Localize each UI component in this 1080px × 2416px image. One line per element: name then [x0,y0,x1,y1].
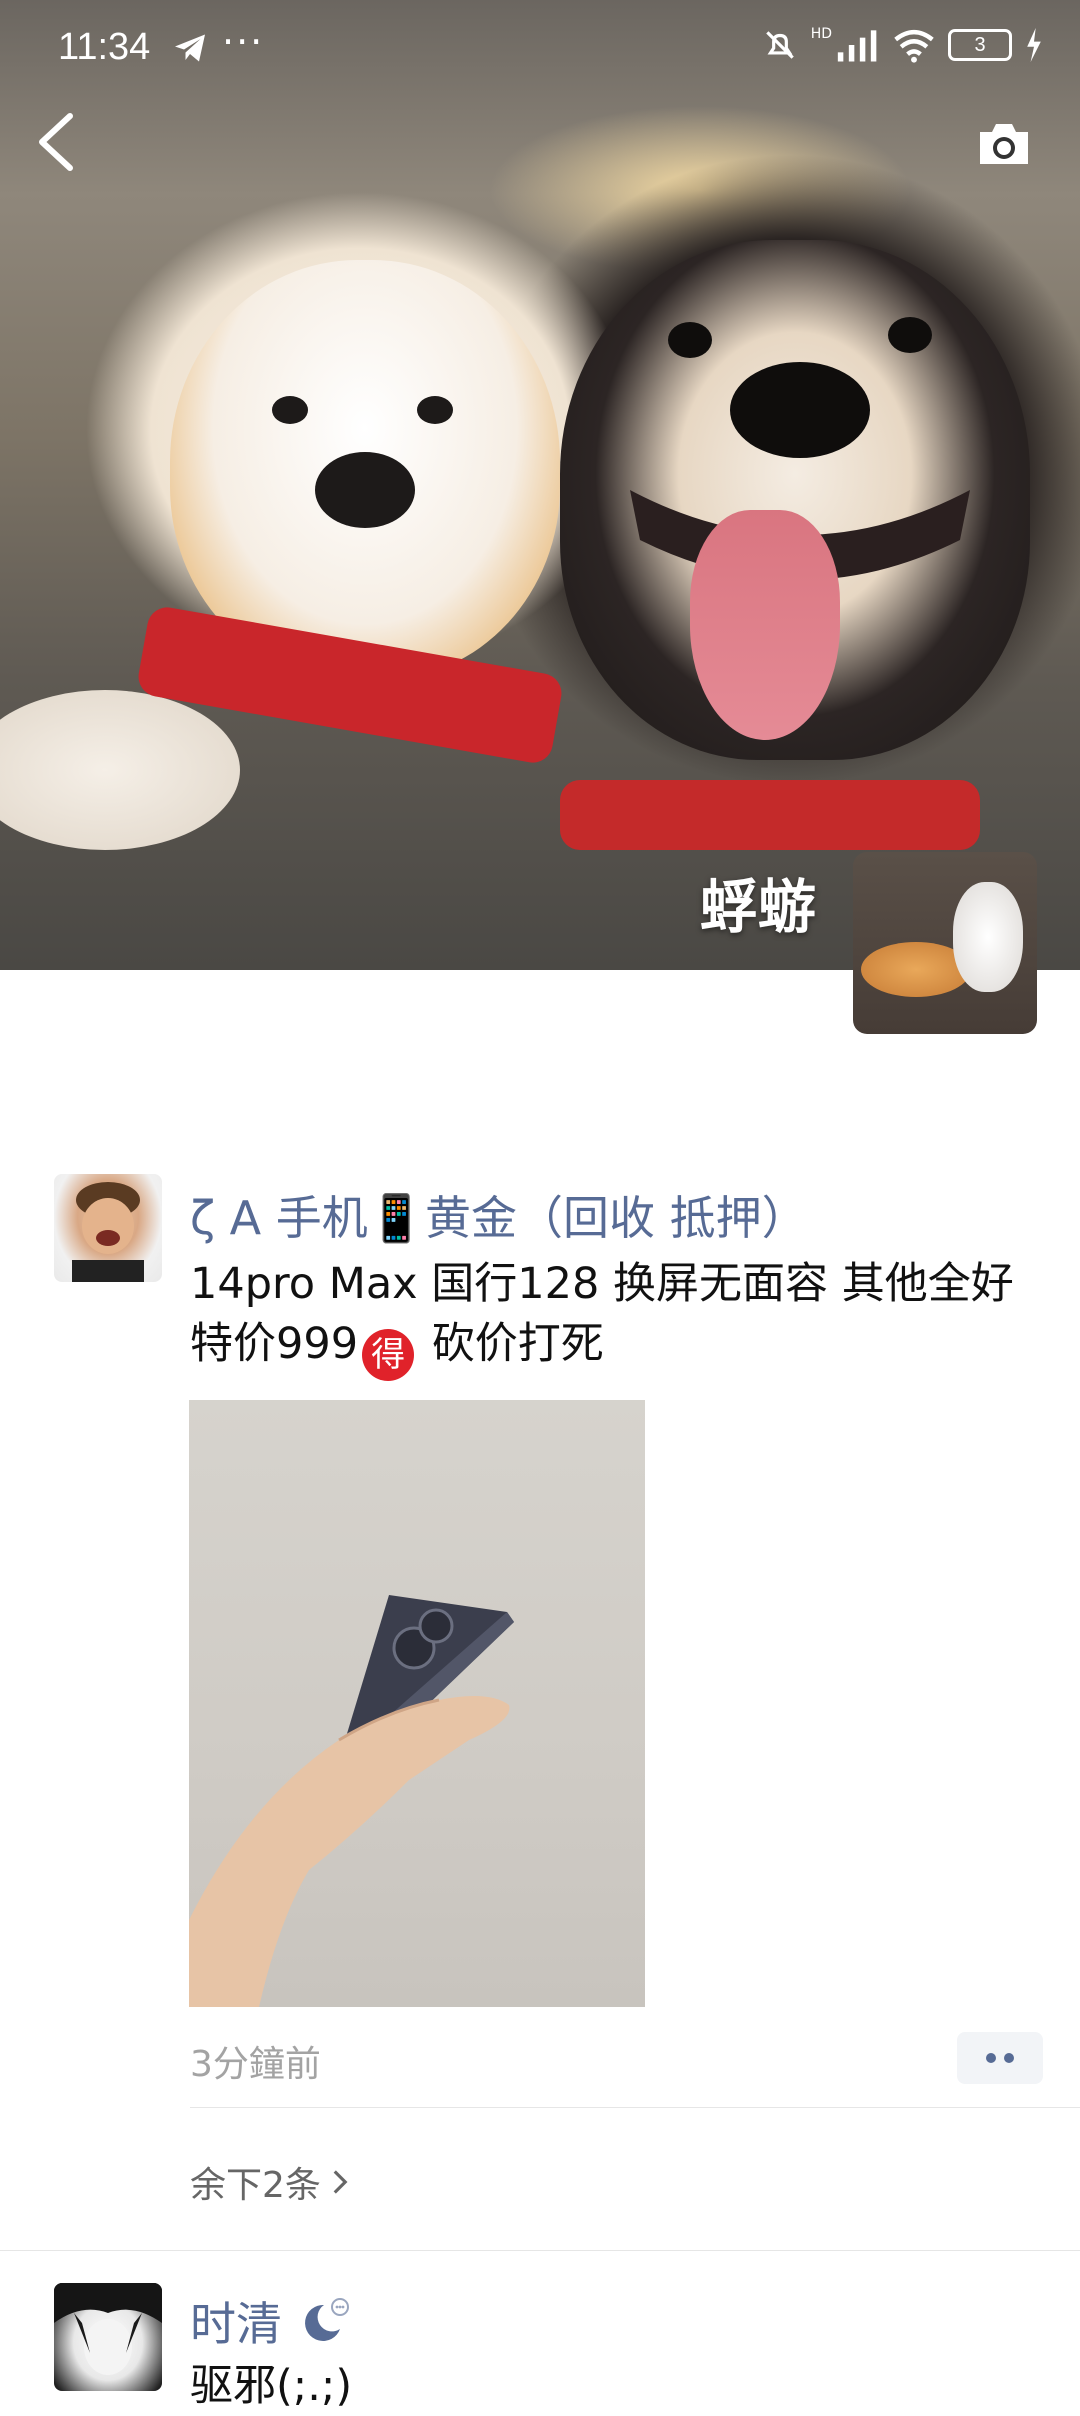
dot-icon [1004,2053,1014,2063]
profile-name: 蜉蝣 [700,873,817,941]
status-time: 11:34 [58,26,151,68]
post-author-name[interactable]: ζ Α 手机📱黄金（回收 抵押） [190,1182,808,1248]
status-bar: 11:34 ··· HD 3 [0,0,1080,100]
wifi-icon [894,29,934,63]
status-icons: HD 3 [761,26,1044,64]
show-remaining-link[interactable]: 余下2条 [190,2156,349,2208]
cover-image[interactable] [0,0,1080,970]
post-text-fragment: 特价999 [190,1319,359,1369]
dog-tongue [690,510,840,740]
back-icon[interactable] [34,112,78,172]
post-author-avatar[interactable] [54,1174,162,1282]
profile-avatar[interactable] [853,852,1037,1034]
camera-icon[interactable] [976,120,1032,168]
battery-indicator: 3 [948,29,1012,61]
de-emoji-icon: 得 [362,1329,415,1381]
telegram-icon [175,34,205,62]
post-more-button[interactable] [957,2032,1043,2084]
moon-status-icon [305,2298,349,2341]
signal-icon [837,30,877,62]
dog-paw [0,690,240,850]
post-timestamp: 3分鐘前 [190,2044,321,2085]
post-photo[interactable] [189,1400,645,2007]
divider [0,2250,1080,2251]
post-author-avatar[interactable] [54,2283,162,2391]
post-author-name[interactable]: 时清 [190,2288,282,2354]
chevron-right-icon [333,2170,348,2194]
post-text-line: 特价999 得 砍价打死 [190,1314,1040,1381]
post-text-fragment: 砍价打死 [418,1319,604,1369]
post-text: 14pro Max 国行128 换屏无面容 其他全好 特价999 得 砍价打死 [190,1254,1040,1381]
remaining-label: 余下2条 [190,2165,321,2206]
post-author-row: 时清 [190,2288,352,2354]
post-text-line: 14pro Max 国行128 换屏无面容 其他全好 [190,1259,1014,1309]
divider [190,2107,1080,2108]
charging-icon [1027,28,1041,62]
dog-collar [560,780,980,850]
more-notifications-icon: ··· [222,20,265,64]
mute-bell-icon [765,31,794,59]
hd-label: HD [810,26,832,42]
post-text: 驱邪(;.;) [190,2361,353,2411]
cat-white [953,882,1023,992]
dot-icon [986,2053,996,2063]
